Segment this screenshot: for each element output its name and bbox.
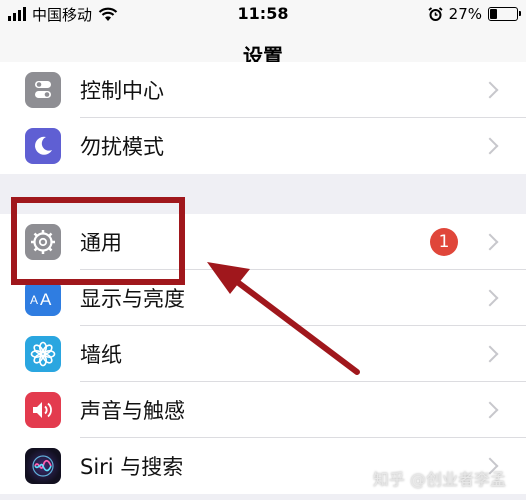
annotation-arrow-icon [207,262,360,375]
watermark-text: 知乎 @创业者李孟 [372,470,506,489]
